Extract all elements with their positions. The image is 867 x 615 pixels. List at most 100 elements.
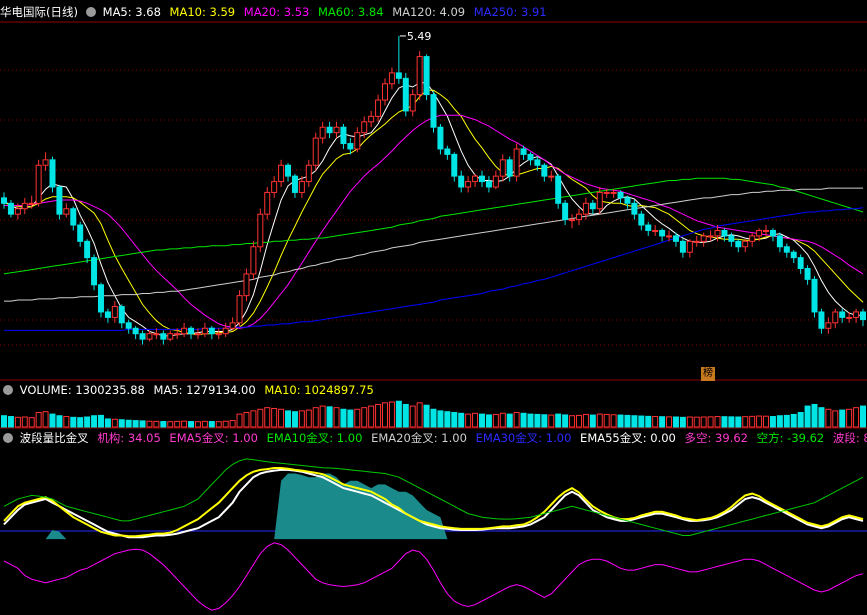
candle bbox=[555, 173, 562, 209]
candle-body bbox=[409, 94, 416, 112]
candle bbox=[825, 317, 832, 334]
volume-bar bbox=[35, 412, 42, 428]
candle-body bbox=[7, 202, 14, 215]
candle bbox=[575, 208, 582, 226]
volume-bar bbox=[624, 414, 631, 428]
volume-bar bbox=[215, 421, 222, 428]
volume-bar bbox=[825, 408, 832, 428]
candle-body bbox=[430, 94, 437, 128]
volume-bar bbox=[153, 420, 160, 428]
volume-bar bbox=[229, 420, 236, 428]
candle bbox=[236, 290, 243, 327]
candle-body bbox=[728, 235, 735, 242]
candle-body bbox=[589, 202, 596, 210]
candle-body bbox=[188, 327, 195, 335]
candle-body bbox=[853, 311, 860, 318]
volume-bar bbox=[236, 413, 243, 428]
candle bbox=[395, 35, 402, 84]
candle-body bbox=[825, 322, 832, 329]
candle-body bbox=[111, 306, 118, 318]
candle bbox=[139, 330, 146, 345]
volume-bar bbox=[769, 416, 776, 428]
candle-body bbox=[534, 159, 541, 166]
candle bbox=[506, 156, 513, 182]
candle-body bbox=[811, 278, 818, 313]
volume-bar bbox=[555, 413, 562, 428]
candle bbox=[589, 200, 596, 215]
candle-body bbox=[153, 333, 160, 336]
candle-body bbox=[63, 208, 70, 215]
candle bbox=[472, 173, 479, 187]
candle-body bbox=[783, 246, 790, 253]
ma-line-ma20 bbox=[4, 114, 864, 329]
candle-body bbox=[229, 322, 236, 329]
volume-bar bbox=[42, 411, 49, 428]
candle-body bbox=[749, 235, 756, 242]
volume-bar bbox=[756, 415, 763, 428]
rank-badge[interactable]: 榜 bbox=[701, 367, 715, 381]
volume-bar bbox=[679, 416, 686, 428]
candle-body bbox=[679, 240, 686, 253]
candle-body bbox=[278, 164, 285, 183]
candlesticks bbox=[1, 35, 866, 345]
volume-bar bbox=[305, 409, 312, 428]
volume-bar bbox=[430, 408, 437, 428]
volume-bar bbox=[146, 420, 153, 428]
candle bbox=[208, 326, 215, 340]
candle-body bbox=[264, 191, 271, 215]
volume-bar bbox=[728, 416, 735, 428]
volume-bar bbox=[638, 415, 645, 428]
volume-bar bbox=[395, 400, 402, 428]
volume-bar bbox=[382, 402, 389, 428]
candle-body bbox=[548, 175, 555, 178]
candle bbox=[790, 250, 797, 264]
candle bbox=[783, 243, 790, 258]
candle bbox=[167, 330, 174, 342]
volume-bar bbox=[783, 414, 790, 428]
candle-body bbox=[402, 77, 409, 112]
volume-bar bbox=[118, 419, 125, 428]
candle bbox=[375, 94, 382, 122]
candle-body bbox=[790, 251, 797, 259]
candle-body bbox=[97, 284, 104, 313]
candle bbox=[7, 200, 14, 218]
candle bbox=[333, 121, 340, 139]
candle bbox=[21, 197, 28, 215]
candle-body bbox=[562, 202, 569, 221]
candle-body bbox=[167, 333, 174, 340]
candle-body bbox=[610, 191, 617, 194]
candle bbox=[423, 54, 430, 101]
candle-body bbox=[271, 181, 278, 193]
candle-body bbox=[645, 224, 652, 231]
volume-bar bbox=[818, 407, 825, 428]
candle-body bbox=[555, 175, 562, 204]
candle bbox=[132, 326, 139, 340]
candle bbox=[264, 187, 271, 220]
volume-bar bbox=[326, 406, 333, 428]
candle bbox=[42, 152, 49, 171]
volume-bar bbox=[589, 414, 596, 428]
candle-body bbox=[354, 132, 361, 150]
volume-bar bbox=[437, 410, 444, 428]
candle-body bbox=[423, 56, 430, 96]
candle bbox=[222, 322, 229, 337]
volume-bar bbox=[548, 414, 555, 428]
volume-bar bbox=[416, 402, 423, 428]
candle-body bbox=[582, 202, 589, 215]
candle-body bbox=[56, 186, 63, 215]
candle bbox=[49, 156, 56, 193]
candle-body bbox=[14, 208, 21, 215]
candle-body bbox=[312, 137, 319, 166]
volume-bar bbox=[832, 410, 839, 428]
candle bbox=[243, 268, 250, 302]
volume-bar bbox=[645, 415, 652, 428]
candle-body bbox=[305, 164, 312, 183]
volume-bar bbox=[520, 412, 527, 428]
candle-body bbox=[368, 115, 375, 123]
candle-body bbox=[465, 181, 472, 188]
candle bbox=[118, 304, 125, 329]
volume-bar bbox=[603, 413, 610, 428]
volume-bar bbox=[700, 416, 707, 428]
volume-bar bbox=[652, 416, 659, 428]
candle-body bbox=[700, 235, 707, 242]
